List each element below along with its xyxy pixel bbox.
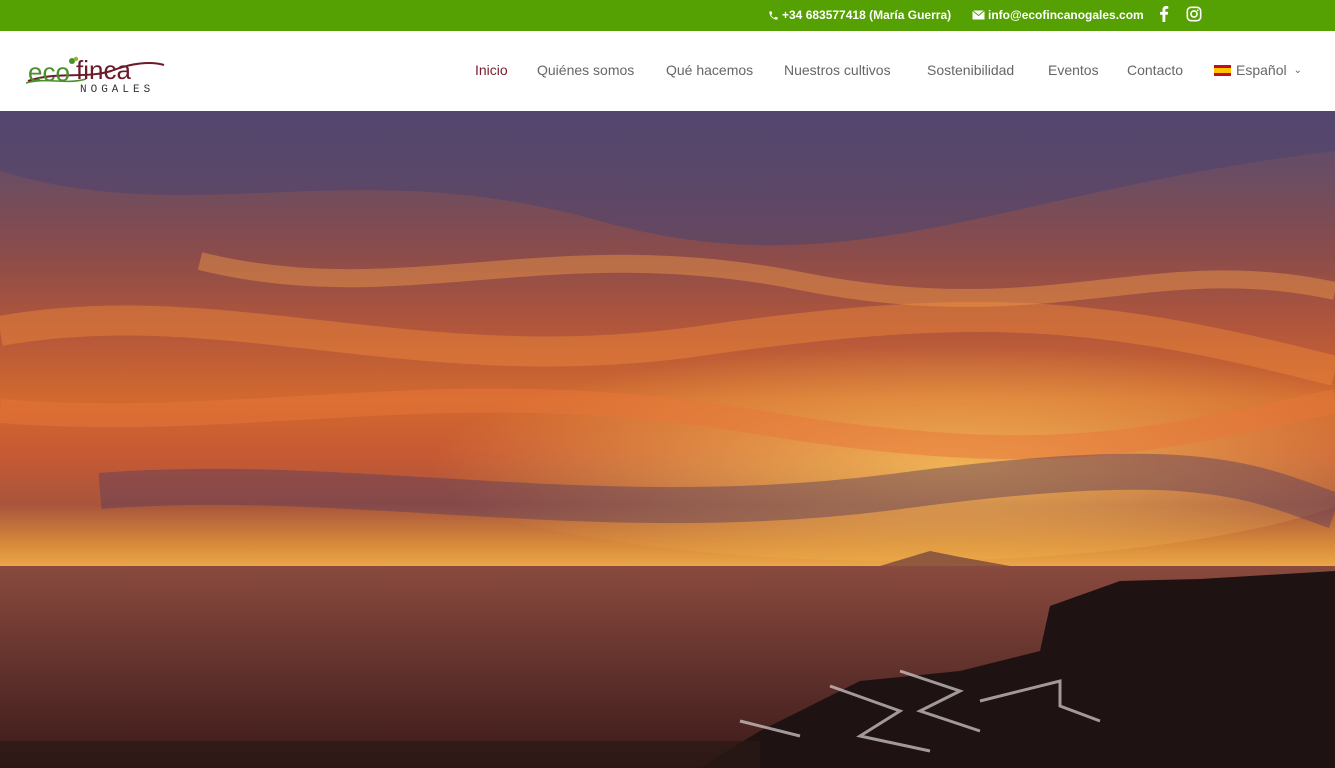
nav-item-quienes-somos[interactable]: Quiénes somos xyxy=(537,62,634,78)
language-selector[interactable]: Español ⌄ xyxy=(1214,62,1302,78)
nav-item-contacto[interactable]: Contacto xyxy=(1127,62,1183,78)
site-header: eco finca NOGALES Inicio Quiénes somos Q… xyxy=(0,31,1335,111)
mail-icon xyxy=(972,10,985,20)
nav-item-nuestros-cultivos[interactable]: Nuestros cultivos xyxy=(784,62,891,78)
nav-item-inicio[interactable]: Inicio xyxy=(475,62,508,78)
chevron-down-icon: ⌄ xyxy=(1293,64,1302,76)
sunset-photo-icon xyxy=(0,111,1335,768)
nav-item-sostenibilidad[interactable]: Sostenibilidad xyxy=(927,62,1014,78)
facebook-icon xyxy=(1160,6,1169,22)
phone-contact[interactable]: +34 683577418 (María Guerra) xyxy=(768,8,951,22)
top-contact-bar: +34 683577418 (María Guerra) info@ecofin… xyxy=(0,0,1335,31)
phone-icon xyxy=(769,10,778,20)
nav-item-que-hacemos[interactable]: Qué hacemos xyxy=(666,62,753,78)
nav-item-eventos[interactable]: Eventos xyxy=(1048,62,1099,78)
phone-text: +34 683577418 (María Guerra) xyxy=(782,8,952,22)
language-label: Español xyxy=(1236,62,1287,78)
main-nav: Inicio Quiénes somos Qué hacemos Nuestro… xyxy=(0,62,1335,82)
instagram-link[interactable] xyxy=(1186,6,1202,22)
email-contact[interactable]: info@ecofincanogales.com xyxy=(972,8,1144,22)
spain-flag-icon xyxy=(1214,64,1231,76)
facebook-link[interactable] xyxy=(1159,6,1169,22)
instagram-icon xyxy=(1186,6,1202,22)
svg-text:NOGALES: NOGALES xyxy=(80,84,154,95)
hero-image xyxy=(0,111,1335,768)
email-text: info@ecofincanogales.com xyxy=(988,8,1144,22)
